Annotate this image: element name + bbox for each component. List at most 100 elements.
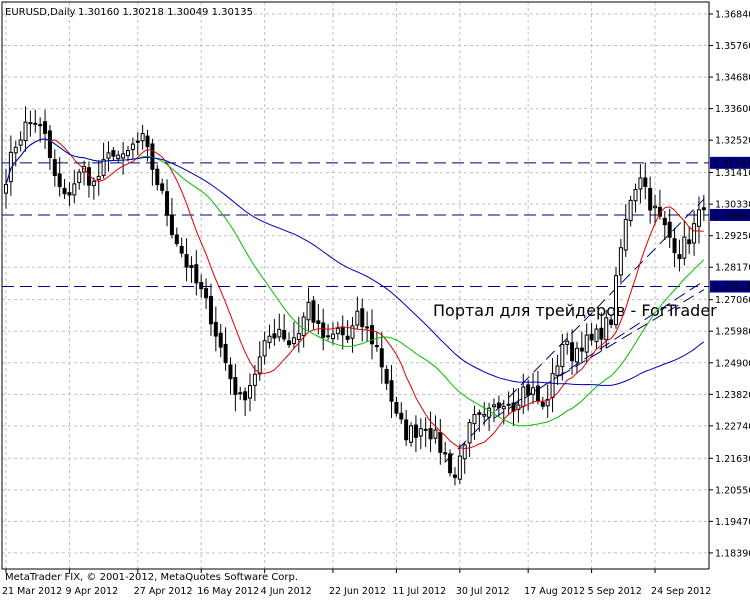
candle-body — [609, 319, 614, 325]
candle-body — [374, 345, 379, 348]
candle-body — [52, 159, 57, 176]
candle-body — [584, 334, 589, 353]
candle-body — [667, 221, 672, 238]
candle-body — [623, 218, 628, 251]
candle-body — [638, 177, 643, 190]
candle-body — [648, 188, 653, 211]
candle-body — [340, 327, 345, 336]
candle-body — [404, 419, 409, 441]
candle-body — [531, 387, 536, 395]
candle-body — [72, 183, 77, 196]
candle-body — [413, 424, 418, 438]
price-tick-label: 1.24900 — [715, 358, 750, 369]
horizontal-lines[interactable] — [2, 162, 709, 287]
candle-body — [67, 192, 72, 196]
price-tick-label: 1.21630 — [715, 454, 750, 465]
candle-body — [384, 368, 389, 384]
candle-body — [355, 310, 360, 326]
candle-body — [423, 428, 428, 431]
candle-body — [140, 133, 145, 142]
price-tick-label: 1.27060 — [715, 295, 750, 306]
time-tick-label: 5 Sep 2012 — [588, 586, 642, 597]
moving-average-line — [5, 138, 705, 387]
candle-body — [574, 347, 579, 363]
candle-body — [223, 343, 228, 364]
candle-body — [506, 403, 511, 406]
candle-body — [121, 153, 126, 159]
time-tick-label: 9 Apr 2012 — [65, 586, 118, 597]
candle-body — [335, 327, 340, 335]
candle-body — [169, 214, 174, 235]
candle-body — [589, 333, 594, 341]
candle-body — [257, 356, 262, 375]
candle-body — [248, 385, 252, 399]
price-tick-label: 1.23820 — [715, 390, 750, 401]
price-tick-label: 1.34680 — [715, 73, 750, 84]
candle-body — [501, 405, 506, 410]
candle-body — [526, 384, 531, 396]
candle-body — [467, 422, 472, 444]
candle-body — [38, 124, 43, 127]
price-tag-label: 1.31744 — [713, 158, 750, 169]
price-tick-label: 1.33600 — [715, 104, 750, 115]
candle-body — [233, 377, 238, 395]
candle-body — [18, 139, 23, 146]
candle-body — [204, 288, 209, 299]
candle-body — [477, 412, 482, 415]
candle-body — [540, 401, 545, 407]
price-tag-label: 1.29960 — [713, 210, 750, 221]
candle-body — [433, 429, 438, 439]
candle-body — [326, 335, 331, 338]
price-tick-label: 1.20550 — [715, 485, 750, 496]
candle-body — [96, 175, 101, 180]
candle-body — [535, 385, 540, 402]
ohlc-values: 1.30160 1.30218 1.30049 1.30135 — [78, 7, 253, 18]
price-tick-label: 1.19470 — [715, 517, 750, 528]
watermark-text: Портал для трейдеров - ForTrader — [433, 301, 717, 320]
candle-body — [570, 342, 575, 362]
chart-grid — [2, 2, 709, 569]
candle-body — [394, 401, 399, 414]
candle-body — [194, 264, 199, 284]
time-tick-label: 11 Jul 2012 — [392, 586, 446, 597]
candle-body — [57, 173, 62, 188]
candle-body — [208, 295, 213, 325]
candle-body — [282, 329, 287, 340]
candle-body — [599, 327, 604, 340]
candle-body — [521, 386, 526, 407]
candle-body — [301, 316, 306, 336]
price-tick-label: 1.31410 — [715, 168, 750, 179]
price-chart[interactable]: Портал для трейдеров - ForTrader 1.36840… — [0, 0, 750, 600]
candle-body — [692, 223, 697, 244]
candle-body — [174, 234, 179, 245]
candle-body — [238, 392, 243, 395]
candle-body — [345, 335, 350, 340]
price-tick-label: 1.29250 — [715, 231, 750, 242]
candle-body — [560, 344, 565, 368]
candle-body — [482, 413, 487, 417]
copyright-text: MetaTrader FIX, © 2001-2012, MetaQuotes … — [5, 572, 298, 583]
time-tick-label: 17 Aug 2012 — [524, 586, 585, 597]
candle-body — [252, 373, 257, 386]
candle-body — [296, 333, 301, 340]
candle-body — [360, 308, 365, 328]
candle-body — [399, 412, 404, 420]
candle-body — [682, 236, 687, 259]
candle-body — [23, 121, 28, 142]
candle-body — [228, 364, 233, 380]
candle-body — [550, 373, 555, 398]
time-tick-label: 24 Sep 2012 — [651, 586, 711, 597]
candle-body — [565, 340, 570, 345]
candle-body — [443, 452, 448, 455]
candle-body — [91, 180, 96, 187]
candle-body — [218, 332, 223, 348]
moving-average-line — [5, 138, 704, 450]
candle-body — [316, 320, 321, 325]
candle-body — [213, 321, 218, 337]
price-tick-label: 1.36840 — [715, 9, 750, 20]
candle-body — [179, 246, 184, 254]
candle-body — [145, 135, 150, 148]
candle-body — [462, 444, 467, 460]
candle-body — [165, 191, 170, 216]
candle-body — [457, 455, 462, 480]
